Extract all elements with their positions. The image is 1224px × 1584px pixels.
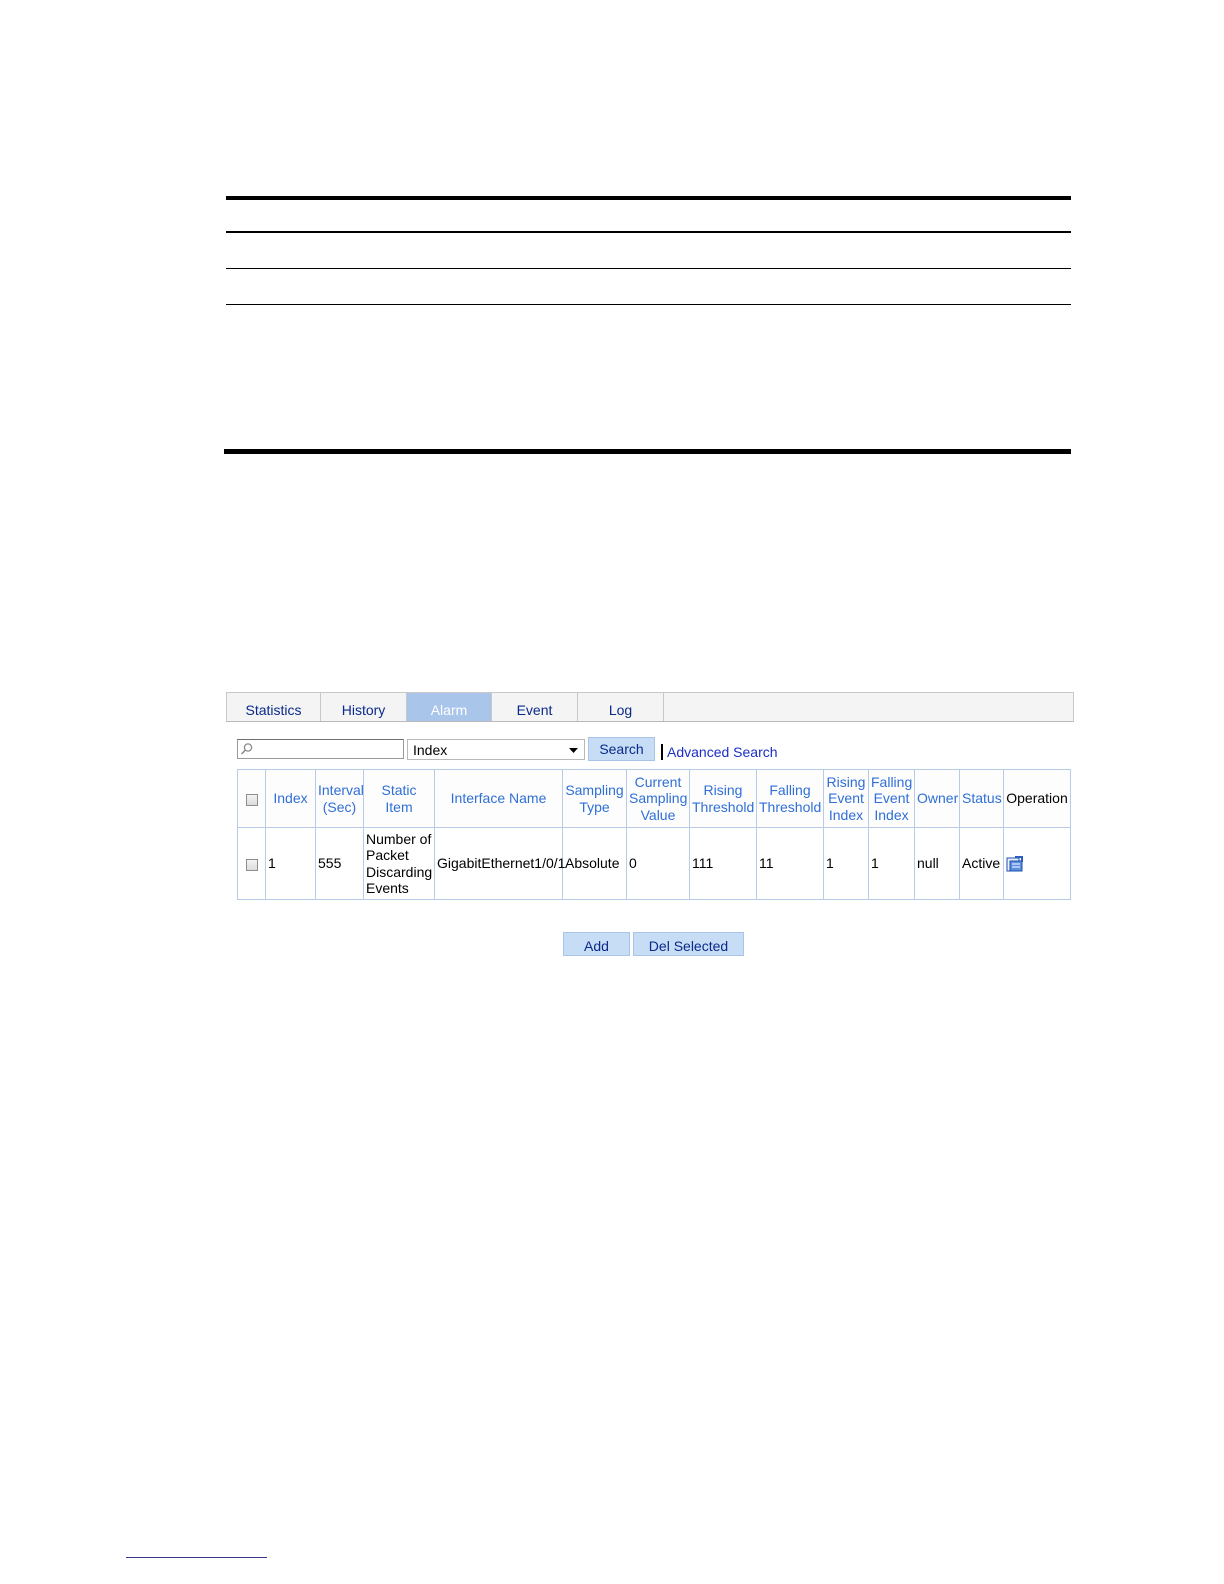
tab-statistics[interactable]: Statistics: [227, 693, 321, 721]
cell-index: 1: [265, 827, 316, 900]
table-top-rule: [226, 196, 1071, 200]
advanced-search-link[interactable]: Advanced Search: [667, 744, 778, 760]
tab-history[interactable]: History: [321, 693, 407, 721]
select-all-cell: [237, 769, 266, 828]
col-rising-event[interactable]: Rising Event Index: [823, 769, 869, 828]
cell-rising-threshold: 111: [689, 827, 757, 900]
cell-rising-event: 1: [823, 827, 869, 900]
tab-log[interactable]: Log: [578, 693, 664, 721]
search-field-value: Index: [413, 742, 448, 758]
cell-falling-threshold: 11: [756, 827, 824, 900]
cell-falling-event: 1: [868, 827, 915, 900]
alarm-table: Index Interval (Sec) Static Item Interfa…: [237, 769, 1071, 900]
edit-icon[interactable]: [1006, 855, 1025, 872]
col-operation: Operation: [1003, 769, 1071, 828]
col-rising-threshold[interactable]: Rising Threshold: [689, 769, 757, 828]
table-row-rule: [226, 268, 1071, 269]
add-button[interactable]: Add: [563, 932, 630, 956]
rmon-alarm-panel: Statistics History Alarm Event Log Index…: [226, 692, 1074, 962]
table-header-row: Index Interval (Sec) Static Item Interfa…: [237, 769, 1071, 828]
table-row-rule: [226, 304, 1071, 305]
col-owner[interactable]: Owner: [914, 769, 960, 828]
col-status[interactable]: Status: [959, 769, 1004, 828]
col-current-value[interactable]: Current Sampling Value: [626, 769, 690, 828]
tab-alarm[interactable]: Alarm: [407, 693, 492, 721]
cell-current-value: 0: [626, 827, 690, 900]
col-falling-event[interactable]: Falling Event Index: [868, 769, 915, 828]
table-header-rule: [226, 231, 1071, 233]
col-index[interactable]: Index: [265, 769, 316, 828]
table-row: 1 555 Number of Packet Discarding Events…: [237, 827, 1071, 900]
search-icon: [240, 743, 253, 755]
col-static-item[interactable]: Static Item: [363, 769, 435, 828]
search-input[interactable]: [237, 739, 404, 759]
chevron-down-icon: [569, 748, 578, 753]
col-interface-name[interactable]: Interface Name: [434, 769, 563, 828]
cell-owner: null: [914, 827, 960, 900]
footnote-rule: [126, 1557, 267, 1558]
cell-sampling-type: Absolute: [562, 827, 627, 900]
cell-operation: [1003, 827, 1071, 900]
select-all-checkbox[interactable]: [245, 793, 258, 806]
tab-event[interactable]: Event: [492, 693, 578, 721]
col-interval[interactable]: Interval (Sec): [315, 769, 364, 828]
cell-status: Active: [959, 827, 1004, 900]
del-selected-button[interactable]: Del Selected: [633, 932, 744, 956]
cell-interval: 555: [315, 827, 364, 900]
search-button[interactable]: Search: [588, 737, 655, 761]
separator: [661, 744, 663, 760]
cell-static-item: Number of Packet Discarding Events: [363, 827, 435, 900]
row-select-cell: [237, 827, 266, 900]
table-bottom-rule: [224, 449, 1071, 454]
search-field-select[interactable]: Index: [407, 739, 585, 760]
tab-bar: Statistics History Alarm Event Log: [226, 692, 1074, 722]
col-sampling-type[interactable]: Sampling Type: [562, 769, 627, 828]
cell-interface-name: GigabitEthernet1/0/1: [434, 827, 565, 900]
col-falling-threshold[interactable]: Falling Threshold: [756, 769, 824, 828]
row-checkbox[interactable]: [245, 858, 258, 871]
